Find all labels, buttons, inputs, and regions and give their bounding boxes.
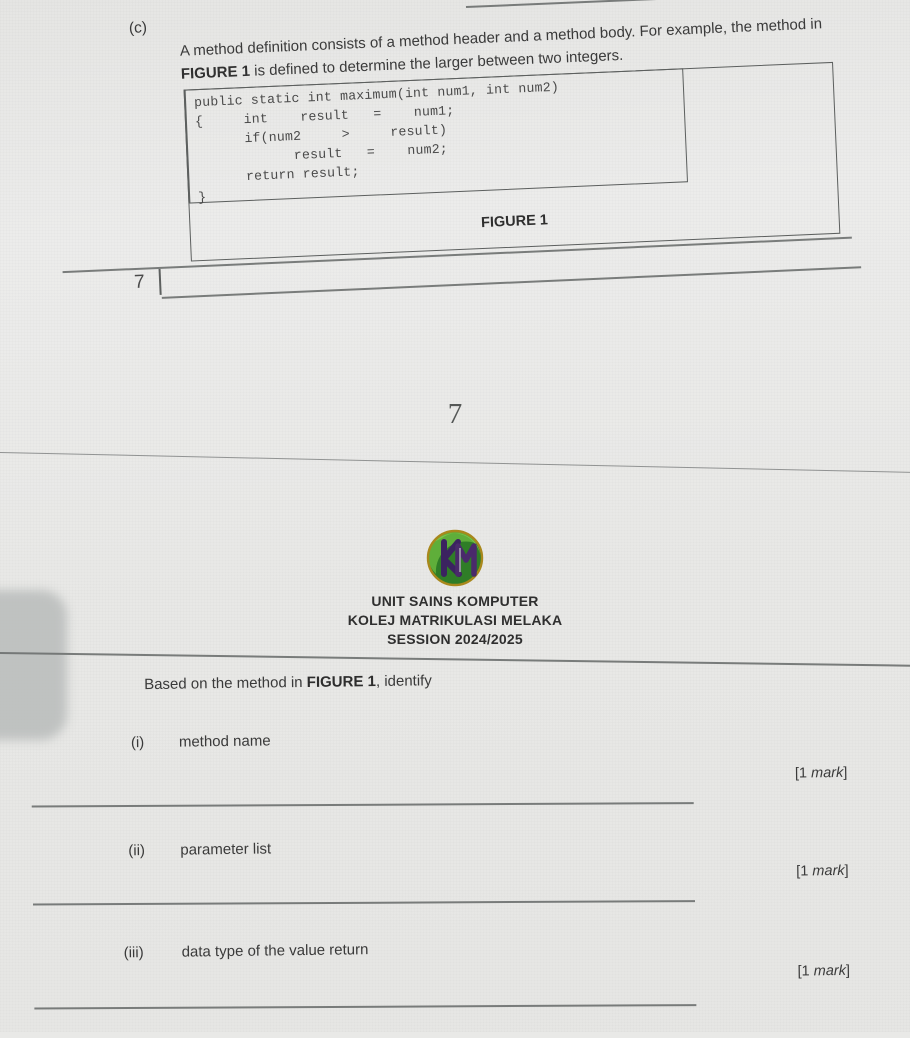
item-iii-marks-suffix: ] [845, 962, 851, 979]
section-separator-rule [0, 652, 910, 667]
institution-stamp: UNIT SAINS KOMPUTER KOLEJ MATRIKULASI ME… [0, 528, 910, 649]
question-intro-part1: Based on the method in [144, 673, 307, 694]
page-break-rule-lower [161, 266, 862, 299]
stamp-line-1: UNIT SAINS KOMPUTER [371, 593, 539, 609]
item-i-marks-word: mark [810, 764, 844, 782]
item-iii-number: (iii) [123, 944, 144, 962]
page-break-tick [158, 268, 162, 295]
item-i-number: (i) [130, 734, 145, 752]
item-ii-number: (ii) [128, 842, 146, 860]
question-c-label: (c) [128, 19, 148, 37]
question-c-block: (c) A method definition consists of a me… [0, 0, 910, 269]
item-i-marks-prefix: [1 [794, 765, 812, 782]
page-number-center: 7 [447, 398, 463, 430]
figure-reference-inline: FIGURE 1 [180, 62, 251, 83]
question-intro-part2: , identify [375, 672, 432, 691]
km-college-logo-icon [422, 528, 488, 588]
item-ii-marks: [1 mark] [796, 863, 849, 880]
stamp-line-2: KOLEJ MATRIKULASI MELAKA [347, 612, 563, 628]
question-intro-figure-ref: FIGURE 1 [306, 673, 377, 691]
item-ii-marks-prefix: [1 [796, 863, 813, 880]
item-iii-text: data type of the value return [181, 941, 369, 961]
item-ii-marks-word: mark [812, 862, 845, 880]
item-iii-marks-word: mark [813, 962, 847, 980]
page-break-number: 7 [133, 271, 146, 294]
answer-line-item-ii [33, 900, 696, 906]
question-items-block: Based on the method in FIGURE 1, identif… [0, 666, 910, 1038]
item-i-text: method name [178, 732, 271, 751]
item-iii-marks: [1 mark] [797, 963, 850, 980]
item-ii-marks-suffix: ] [844, 862, 849, 879]
scanned-exam-page: (c) A method definition consists of a me… [0, 0, 910, 1032]
item-i-marks: [1 mark] [795, 765, 848, 782]
item-ii-text: parameter list [180, 840, 272, 859]
answer-line-item-i [31, 802, 694, 808]
answer-line-item-iii [34, 1004, 697, 1010]
stamp-line-3: SESSION 2024/2025 [387, 631, 523, 647]
sheet-edge-line [0, 452, 910, 473]
code-listing-text: public static int maximum(int num1, int … [193, 79, 560, 206]
question-intro: Based on the method in FIGURE 1, identif… [144, 672, 432, 693]
item-i-marks-suffix: ] [843, 764, 848, 781]
item-iii-marks-prefix: [1 [797, 963, 814, 980]
